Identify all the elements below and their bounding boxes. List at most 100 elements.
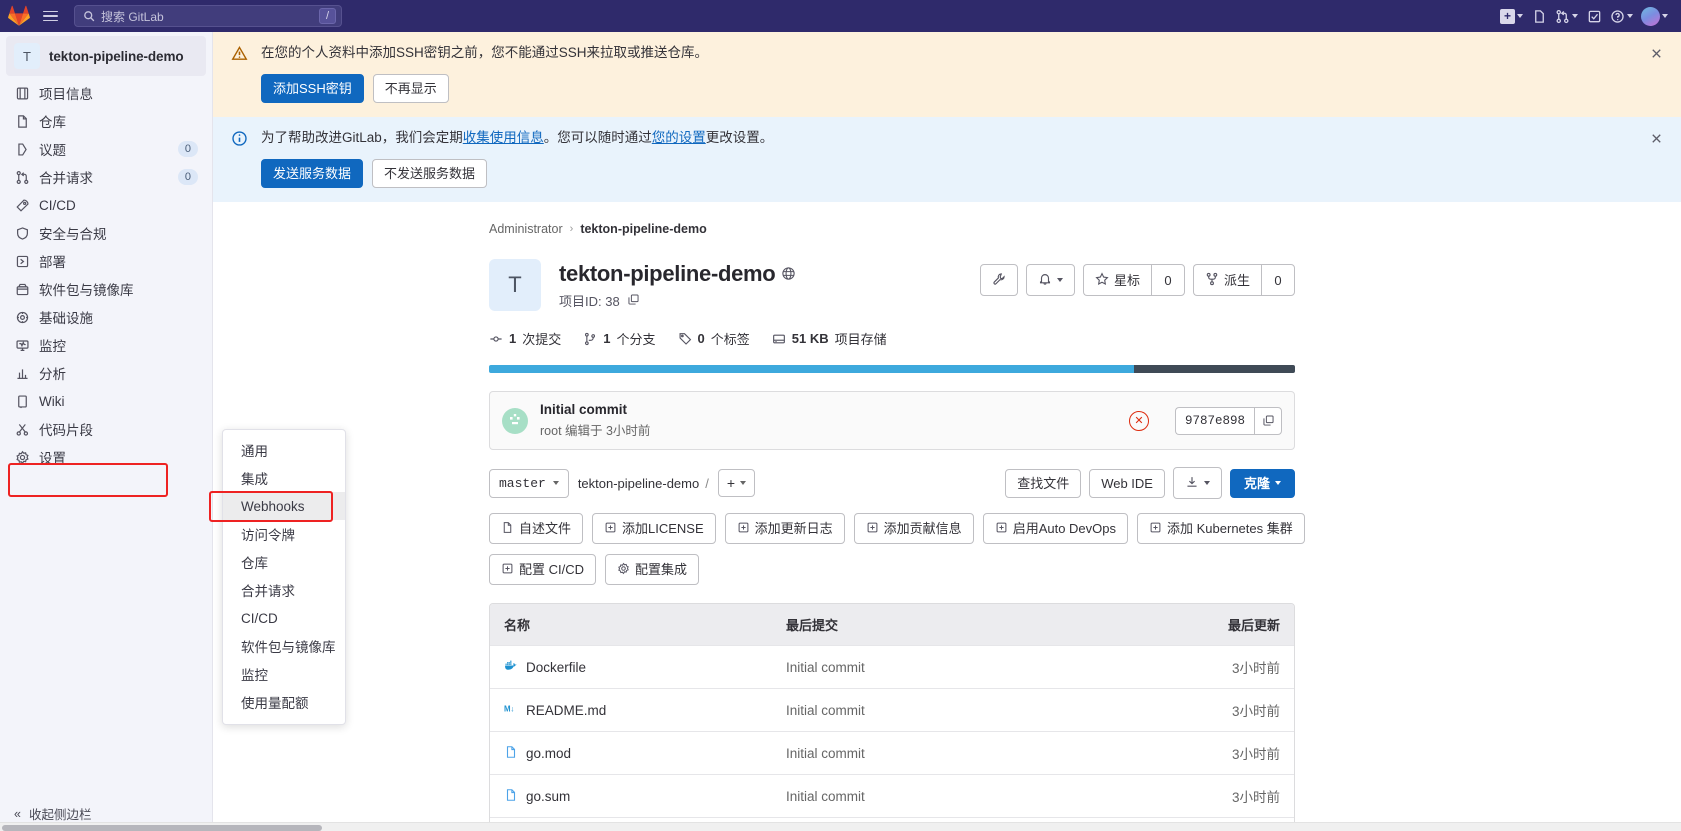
last-commit-cell[interactable]: Initial commit xyxy=(786,789,1160,804)
sidebar-item-analytics[interactable]: 分析 xyxy=(6,359,206,387)
stat-tags[interactable]: 0 个标签 xyxy=(678,329,750,348)
sidebar-item-infrastructure[interactable]: 基础设施 xyxy=(6,303,206,331)
horizontal-scrollbar[interactable] xyxy=(0,822,1681,831)
branch-selector[interactable]: master xyxy=(489,468,569,498)
flyout-item-cicd[interactable]: CI/CD xyxy=(223,604,345,632)
fork-button[interactable]: 派生 xyxy=(1192,264,1261,296)
dont-send-service-data-button[interactable]: 不发送服务数据 xyxy=(372,159,488,188)
flyout-item-packages[interactable]: 软件包与镜像库 xyxy=(223,632,345,660)
file-name-cell[interactable]: Dockerfile xyxy=(504,659,786,676)
sidebar-item-merge-requests[interactable]: 合并请求 0 xyxy=(6,163,206,191)
flyout-item-integrations[interactable]: 集成 xyxy=(223,464,345,492)
chevron-down-icon xyxy=(1662,14,1668,18)
flyout-item-usage-quotas[interactable]: 使用量配额 xyxy=(223,688,345,716)
table-row[interactable]: go.mod Initial commit 3小时前 xyxy=(490,731,1294,774)
flyout-item-repository[interactable]: 仓库 xyxy=(223,548,345,576)
find-file-button[interactable]: 查找文件 xyxy=(1005,468,1082,498)
flyout-item-access-tokens[interactable]: 访问令牌 xyxy=(223,520,345,548)
last-update-cell: 3小时前 xyxy=(1231,704,1280,719)
send-service-data-button[interactable]: 发送服务数据 xyxy=(261,159,364,188)
add-to-repo-button[interactable]: + xyxy=(717,469,756,497)
star-button[interactable]: 星标 xyxy=(1082,264,1151,296)
flyout-item-merge-requests[interactable]: 合并请求 xyxy=(223,576,345,604)
table-row[interactable]: go.sum Initial commit 3小时前 xyxy=(490,774,1294,817)
add-contribution-guide-button[interactable]: 添加贡献信息 xyxy=(853,513,974,544)
pipeline-failed-icon[interactable]: ✕ xyxy=(1128,410,1149,431)
enable-auto-devops-button[interactable]: 启用Auto DevOps xyxy=(982,513,1129,544)
sidebar-item-monitor[interactable]: 监控 xyxy=(6,331,206,359)
copy-icon[interactable] xyxy=(627,293,640,309)
fork-count[interactable]: 0 xyxy=(1261,264,1295,296)
close-icon[interactable] xyxy=(1647,44,1665,62)
download-button[interactable] xyxy=(1172,467,1222,499)
sidebar-item-snippets[interactable]: 代码片段 xyxy=(6,415,206,443)
sidebar-item-cicd[interactable]: CI/CD xyxy=(6,191,206,219)
add-kubernetes-cluster-button[interactable]: 添加 Kubernetes 集群 xyxy=(1137,513,1305,544)
close-icon[interactable] xyxy=(1647,129,1665,147)
collapse-chevrons-icon: « xyxy=(14,806,21,821)
file-name-cell[interactable]: go.mod xyxy=(504,745,786,762)
stat-commits[interactable]: 1 次提交 xyxy=(489,329,561,348)
add-ssh-key-button[interactable]: 添加SSH密钥 xyxy=(261,74,364,103)
add-changelog-button[interactable]: 添加更新日志 xyxy=(724,513,845,544)
gear-icon xyxy=(14,449,30,465)
notification-settings-button[interactable] xyxy=(1025,264,1075,296)
clone-button[interactable]: 克隆 xyxy=(1229,468,1295,498)
flyout-item-webhooks[interactable]: Webhooks xyxy=(223,492,345,520)
last-commit-cell[interactable]: Initial commit xyxy=(786,703,1160,718)
commit-text: Initial commit root 编辑于 3小时前 xyxy=(540,402,1117,439)
file-name-cell[interactable]: M↓ README.md xyxy=(504,702,786,719)
copy-icon[interactable] xyxy=(1254,406,1282,435)
language-bar[interactable] xyxy=(489,365,1295,373)
flyout-item-general[interactable]: 通用 xyxy=(223,436,345,464)
hamburger-menu-icon[interactable] xyxy=(36,3,64,29)
commit-sha[interactable]: 9787e898 xyxy=(1174,406,1254,435)
last-commit-cell[interactable]: Initial commit xyxy=(786,660,1160,675)
issues-button[interactable] xyxy=(1528,4,1550,28)
deployments-icon xyxy=(14,253,30,269)
web-ide-button[interactable]: Web IDE xyxy=(1089,468,1165,498)
sidebar-item-issues[interactable]: 议题 0 xyxy=(6,135,206,163)
sidebar-item-deployments[interactable]: 部署 xyxy=(6,247,206,275)
sidebar-item-repository[interactable]: 仓库 xyxy=(6,107,206,135)
breadcrumb-owner[interactable]: Administrator xyxy=(489,222,563,236)
ssh-banner-body: 在您的个人资料中添加SSH密钥之前，您不能通过SSH来拉取或推送仓库。 添加SS… xyxy=(249,44,1665,103)
sidebar-item-packages[interactable]: 软件包与镜像库 xyxy=(6,275,206,303)
path-root[interactable]: tekton-pipeline-demo xyxy=(578,476,699,491)
sidebar-item-settings[interactable]: 设置 xyxy=(6,443,206,471)
add-license-button[interactable]: 添加LICENSE xyxy=(592,513,716,544)
table-row[interactable]: M↓ README.md Initial commit 3小时前 xyxy=(490,688,1294,731)
merge-requests-button[interactable] xyxy=(1552,4,1581,28)
readme-button[interactable]: 自述文件 xyxy=(489,513,584,544)
table-row[interactable]: Dockerfile Initial commit 3小时前 xyxy=(490,645,1294,688)
gitlab-fox-logo[interactable] xyxy=(6,3,32,29)
todos-button[interactable] xyxy=(1583,4,1605,28)
help-button[interactable] xyxy=(1607,4,1636,28)
stat-commits-label: 次提交 xyxy=(522,332,562,347)
sidebar-item-project-info[interactable]: 项目信息 xyxy=(6,79,206,107)
scrollbar-thumb[interactable] xyxy=(2,825,322,831)
star-count[interactable]: 0 xyxy=(1150,264,1185,296)
stat-storage: 51 KB 项目存储 xyxy=(772,329,887,348)
configure-integrations-button[interactable]: 配置集成 xyxy=(605,554,700,585)
merge-request-icon xyxy=(14,169,30,185)
sidebar-item-security[interactable]: 安全与合规 xyxy=(6,219,206,247)
usage-info-link[interactable]: 收集使用信息 xyxy=(463,130,544,145)
commit-title[interactable]: Initial commit xyxy=(540,402,1117,417)
flyout-item-label: Webhooks xyxy=(241,498,305,514)
snippets-icon xyxy=(14,421,30,437)
breadcrumb-project[interactable]: tekton-pipeline-demo xyxy=(580,222,706,236)
stat-branches[interactable]: 1 个分支 xyxy=(583,329,656,348)
your-settings-link[interactable]: 您的设置 xyxy=(652,130,706,145)
sidebar-project-header[interactable]: T tekton-pipeline-demo xyxy=(6,36,206,76)
last-commit-cell[interactable]: Initial commit xyxy=(786,746,1160,761)
project-settings-button[interactable] xyxy=(979,264,1018,296)
create-new-button[interactable]: + xyxy=(1497,4,1526,28)
dont-show-again-button[interactable]: 不再显示 xyxy=(372,74,449,103)
configure-cicd-button[interactable]: 配置 CI/CD xyxy=(489,554,597,585)
file-name-cell[interactable]: go.sum xyxy=(504,788,786,805)
sidebar-item-wiki[interactable]: Wiki xyxy=(6,387,206,415)
user-menu-button[interactable] xyxy=(1638,4,1671,28)
search-input[interactable]: 搜索 GitLab / xyxy=(74,5,342,27)
flyout-item-monitor[interactable]: 监控 xyxy=(223,660,345,688)
